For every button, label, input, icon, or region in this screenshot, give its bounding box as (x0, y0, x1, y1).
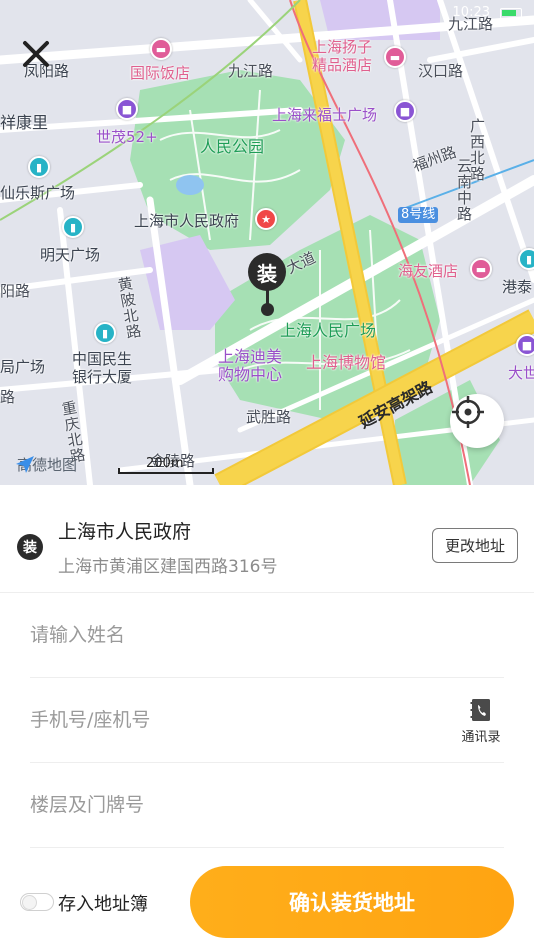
pin-dot (261, 303, 274, 316)
map-label-yunnan-rd: 云南中路 (455, 158, 473, 222)
map-label-mingtian: 明天广场 (40, 246, 101, 264)
map-label-jiujiang-rd: 九江路 (228, 62, 274, 80)
contacts-book-icon (470, 699, 490, 721)
map-label-dashi: 大世 (508, 364, 534, 382)
map-label-gov: 上海市人民政府 (134, 212, 240, 230)
map-label-haiyou-hotel: 海友酒店 (398, 262, 459, 280)
contacts-label: 通讯录 (461, 730, 501, 745)
map-provider-logo: 高德地图 (14, 454, 77, 475)
map-label-raffles: 上海来福士广场 (272, 106, 378, 124)
phone-input[interactable] (30, 678, 430, 762)
building-poi-icon[interactable]: ▮ (62, 216, 84, 238)
hotel-poi-icon[interactable]: ▬ (150, 38, 172, 60)
crosshair-icon (452, 396, 484, 428)
save-address-toggle[interactable] (20, 893, 54, 911)
change-address-button[interactable]: 更改地址 (432, 528, 518, 563)
map-label-shimao: 世茂52+ (96, 128, 158, 146)
save-address-label: 存入地址簿 (58, 894, 148, 915)
map-label-yangzi-hotel: 上海扬子 精品酒店 (312, 38, 373, 74)
battery-icon (500, 8, 522, 19)
map-label-gangtai: 港泰 (502, 278, 533, 296)
status-time: 10:23 (452, 5, 490, 20)
location-pin[interactable]: 装 (248, 253, 288, 317)
pin-badge: 装 (248, 253, 286, 291)
map-scale: 200m (118, 454, 214, 476)
map-label-ju-square: 局广场 (0, 358, 46, 376)
map-label-xianlesi: 仙乐斯广场 (0, 184, 76, 202)
gaode-logo-icon (16, 456, 34, 473)
government-poi-icon[interactable]: ★ (255, 208, 277, 230)
shopping-poi-icon[interactable]: ■ (516, 334, 534, 356)
map-label-museum: 上海博物馆 (306, 353, 387, 372)
address-section: 装 上海市人民政府 上海市黄浦区建国西路316号 更改地址 (0, 485, 534, 593)
map-label-hankou-rd: 汉口路 (418, 62, 464, 80)
status-bar: 10:23 (0, 0, 534, 26)
hotel-poi-icon[interactable]: ▬ (470, 258, 492, 280)
map-label-renmin-park: 人民公园 (200, 137, 265, 156)
locate-me-button[interactable] (450, 394, 504, 448)
close-icon (23, 41, 49, 67)
building-poi-icon[interactable]: ▮ (518, 248, 534, 270)
address-name: 上海市人民政府 (58, 521, 192, 543)
map-label-renmin-square: 上海人民广场 (280, 321, 377, 340)
map-label-yang-rd: 阳路 (0, 282, 31, 300)
map-label-minsheng: 中国民生 银行大厦 (72, 350, 133, 386)
map-label-xiangkangli: 祥康里 (0, 113, 49, 132)
map-label-wusheng-rd: 武胜路 (246, 408, 292, 426)
address-detail: 上海市黄浦区建国西路316号 (58, 557, 278, 577)
shopping-poi-icon[interactable]: ■ (394, 100, 416, 122)
building-poi-icon[interactable]: ▮ (28, 156, 50, 178)
hotel-poi-icon[interactable]: ▬ (384, 46, 406, 68)
phone-row: 通讯录 (30, 678, 504, 763)
floor-row (30, 763, 504, 848)
name-row (30, 593, 504, 678)
contact-name-input[interactable] (30, 593, 430, 677)
map-view[interactable]: 凤阳路 国际饭店 九江路 九江路 上海扬子 精品酒店 汉口路 祥康里 世茂52+… (0, 0, 534, 485)
floor-number-input[interactable] (30, 763, 430, 847)
map-label-line8: 8号线 (398, 207, 439, 223)
map-scale-bar (118, 468, 214, 474)
contacts-button[interactable]: 通讯录 (458, 698, 504, 748)
building-poi-icon[interactable]: ▮ (94, 322, 116, 344)
close-button[interactable] (18, 36, 54, 72)
map-label-guoji-hotel: 国际饭店 (130, 64, 191, 82)
shopping-poi-icon[interactable]: ■ (116, 98, 138, 120)
map-label-disney-store: 上海迪美 购物中心 (218, 347, 283, 384)
load-badge-icon: 装 (17, 534, 43, 560)
confirm-load-address-button[interactable]: 确认装货地址 (190, 866, 514, 938)
map-label-lu: 路 (0, 388, 16, 406)
